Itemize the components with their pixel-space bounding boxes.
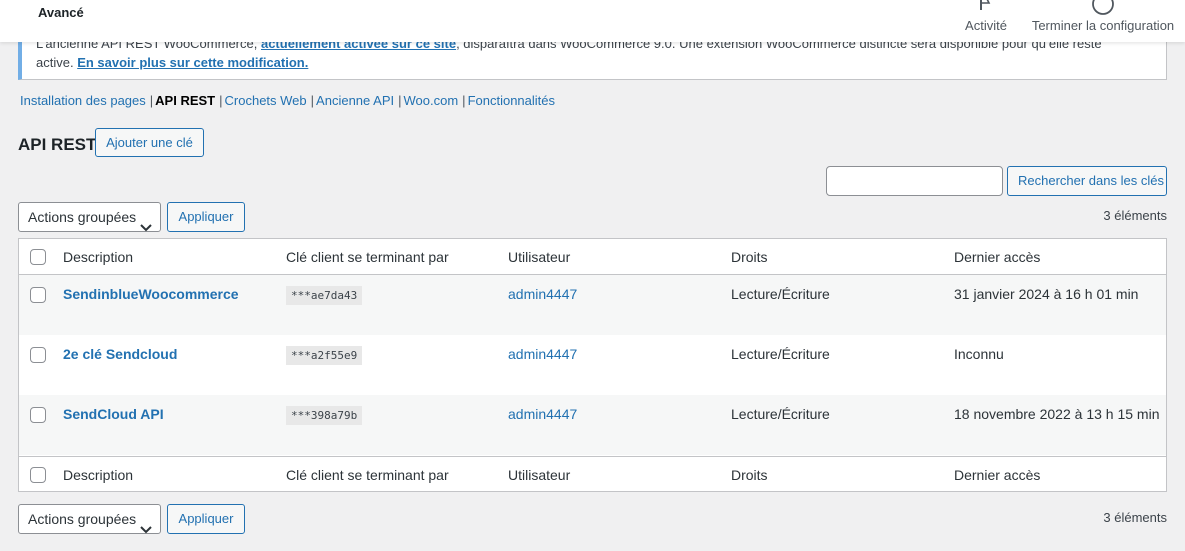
table-header-row: Description Clé client se terminant par … — [19, 239, 1166, 275]
flag-icon — [979, 0, 993, 13]
key-description-link[interactable]: 2e clé Sendcloud — [63, 346, 177, 362]
subnav-separator: | — [462, 93, 466, 108]
notice-link-learn-more[interactable]: En savoir plus sur cette modification. — [77, 55, 308, 70]
table-footer-row: Description Clé client se terminant par … — [19, 456, 1166, 491]
permissions-value: Lecture/Écriture — [731, 406, 830, 422]
section-heading: API REST — [18, 135, 97, 154]
apply-button-top[interactable]: Appliquer — [167, 202, 245, 232]
row-checkbox[interactable] — [30, 407, 46, 423]
activity-button[interactable]: Activité — [956, 0, 1016, 42]
items-count-bottom: 3 éléments — [1103, 510, 1167, 525]
consumer-key-value: ***ae7da43 — [286, 286, 363, 305]
api-keys-table: Description Clé client se terminant par … — [18, 238, 1167, 492]
bulk-actions-selected: Actions groupées — [28, 209, 137, 225]
items-count-top: 3 éléments — [1103, 208, 1167, 223]
table-row: SendinblueWoocommerce ***ae7da43 admin44… — [19, 275, 1166, 335]
subnav-separator: | — [310, 93, 315, 108]
chevron-down-icon — [140, 515, 152, 543]
column-footer-permissions: Droits — [731, 467, 768, 483]
activity-label: Activité — [965, 18, 1007, 33]
page-title: Avancé — [38, 5, 84, 20]
subnav-separator: | — [149, 93, 154, 108]
row-checkbox[interactable] — [30, 287, 46, 303]
last-access-value: 18 novembre 2022 à 13 h 15 min — [954, 406, 1160, 422]
permissions-value: Lecture/Écriture — [731, 346, 830, 362]
row-checkbox[interactable] — [30, 347, 46, 363]
search-keys-button[interactable]: Rechercher dans les clés — [1007, 166, 1167, 196]
column-footer-description: Description — [63, 467, 134, 483]
subnav-separator: | — [398, 93, 402, 108]
user-link[interactable]: admin4447 — [508, 406, 577, 422]
subnav-item-features[interactable]: Fonctionnalités — [468, 93, 555, 108]
column-header-consumer-key: Clé client se terminant par — [286, 249, 449, 265]
column-header-user: Utilisateur — [508, 249, 571, 265]
last-access-value: 31 janvier 2024 à 16 h 01 min — [954, 286, 1139, 302]
add-key-button[interactable]: Ajouter une clé — [95, 128, 204, 157]
subnav-item-webhooks[interactable]: Crochets Web — [225, 93, 307, 108]
consumer-key-code: ***a2f55e9 — [286, 346, 363, 365]
table-row: SendCloud API ***398a79b admin4447 Lectu… — [19, 395, 1166, 455]
subnav-item-woo-com[interactable]: Woo.com — [404, 93, 459, 108]
column-header-last-access: Dernier accès — [954, 249, 1041, 265]
finish-setup-label: Terminer la configuration — [1031, 18, 1175, 33]
subnav-separator: | — [219, 93, 223, 108]
subnav-item-rest-api[interactable]: API REST — [155, 93, 215, 108]
chevron-down-icon — [140, 213, 152, 241]
column-footer-consumer-key: Clé client se terminant par — [286, 467, 449, 483]
consumer-key-value: ***a2f55e9 — [286, 346, 363, 365]
settings-subnav: Installation des pages | API REST | Crochets… — [20, 93, 555, 108]
table-row: 2e clé Sendcloud ***a2f55e9 admin4447 Le… — [19, 335, 1166, 395]
user-link[interactable]: admin4447 — [508, 346, 577, 362]
column-footer-user: Utilisateur — [508, 467, 571, 483]
bulk-actions-select-top[interactable]: Actions groupées — [18, 202, 161, 232]
search-input[interactable] — [826, 166, 1003, 196]
finish-setup-button[interactable]: Terminer la configuration — [1028, 0, 1178, 42]
permissions-value: Lecture/Écriture — [731, 286, 830, 302]
consumer-key-code: ***398a79b — [286, 406, 363, 425]
select-all-checkbox-footer[interactable] — [30, 467, 46, 483]
subnav-item-legacy-api[interactable]: Ancienne API — [316, 93, 394, 108]
bulk-actions-select-bottom[interactable]: Actions groupées — [18, 504, 161, 534]
bulk-actions-selected: Actions groupées — [28, 511, 137, 527]
column-header-permissions: Droits — [731, 249, 768, 265]
key-description-link[interactable]: SendCloud API — [63, 406, 164, 422]
last-access-value: Inconnu — [954, 346, 1004, 362]
select-all-checkbox[interactable] — [30, 249, 46, 265]
consumer-key-value: ***398a79b — [286, 406, 363, 425]
column-footer-last-access: Dernier accès — [954, 467, 1041, 483]
top-header-bar: Avancé Activité Terminer la configuratio… — [0, 0, 1185, 42]
progress-circle-icon — [1091, 0, 1115, 19]
apply-button-bottom[interactable]: Appliquer — [167, 504, 245, 534]
user-link[interactable]: admin4447 — [508, 286, 577, 302]
consumer-key-code: ***ae7da43 — [286, 286, 363, 305]
subnav-item-pages[interactable]: Installation des pages — [20, 93, 146, 108]
key-description-link[interactable]: SendinblueWoocommerce — [63, 286, 239, 302]
column-header-description: Description — [63, 249, 134, 265]
